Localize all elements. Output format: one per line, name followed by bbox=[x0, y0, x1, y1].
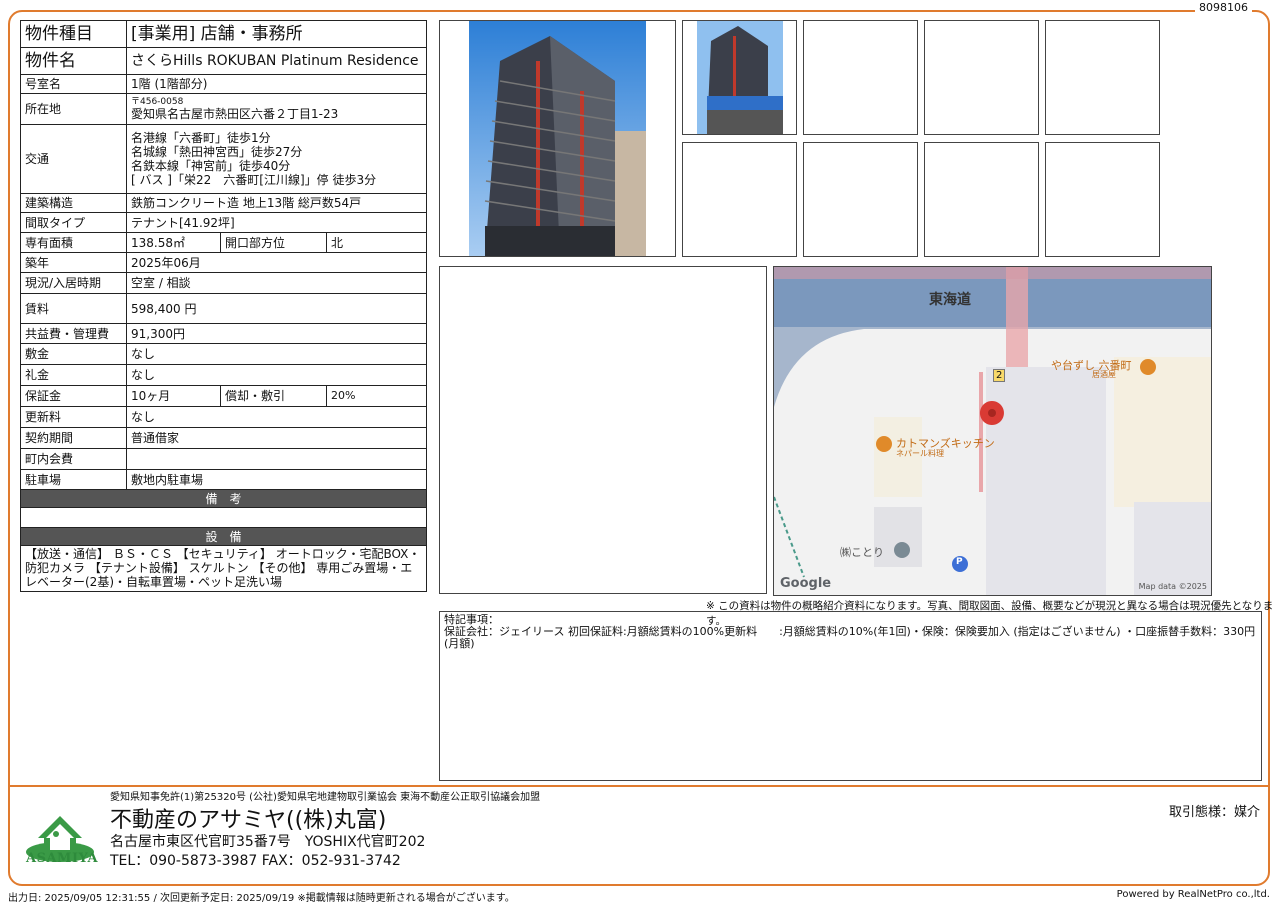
keymoney-value: なし bbox=[125, 364, 428, 386]
postal-code: 〒456-0058 bbox=[131, 97, 184, 107]
rent-value: 598,400 円 bbox=[125, 293, 428, 324]
footer-divider bbox=[8, 785, 1270, 787]
photo-slot bbox=[803, 142, 918, 257]
photo-slot bbox=[1045, 142, 1160, 257]
document-id: 8098106 bbox=[1195, 1, 1252, 14]
license-info: 愛知県知事免許(1)第25320号 (公社)愛知県宅地建物取引業協会 東海不動産… bbox=[110, 792, 541, 803]
room-value: 1階 (1階部分) bbox=[125, 74, 428, 94]
map-parking-icon: P bbox=[956, 557, 963, 567]
contract-value: 普通借家 bbox=[125, 427, 428, 449]
amortization-label: 償却・敷引 bbox=[220, 385, 327, 407]
status-label: 現況/入居時期 bbox=[20, 272, 127, 294]
built-label: 築年 bbox=[20, 252, 127, 273]
layout-label: 間取タイプ bbox=[20, 212, 127, 233]
powered-by: Powered by RealNetPro co.,ltd. bbox=[1116, 889, 1270, 900]
direction-value: 北 bbox=[325, 232, 428, 253]
photo-slot bbox=[803, 20, 918, 135]
transport-line: [ バス ]「栄22 六番町[江川線]」停 徒歩3分 bbox=[131, 173, 377, 187]
community-fee-value bbox=[125, 448, 428, 470]
map-poi-kotori: ㈱ことり bbox=[840, 546, 884, 559]
community-fee-label: 町内会費 bbox=[20, 448, 127, 470]
building-photo-image bbox=[469, 21, 646, 256]
location-map[interactable]: 東海道 2 や台ずし 六番町 居酒屋 カトマンズキッチン ネパール料理 ㈱ことり… bbox=[773, 266, 1212, 596]
trade-type: 取引態様：媒介 bbox=[1168, 805, 1260, 820]
fee-label: 共益費・管理費 bbox=[20, 323, 127, 344]
equipment-section-header: 設 備 bbox=[19, 527, 428, 546]
name-label: 物件名 bbox=[20, 47, 127, 75]
equipment-text: 【放送・通信】 ＢＳ・ＣＳ 【セキュリティ】 オートロック・宅配BOX・防犯カメ… bbox=[19, 545, 428, 592]
remarks-body: 保証会社：ジェイリース 初回保証料:月額総賃料の100%更新料 :月額総賃料の1… bbox=[444, 625, 1256, 650]
name-value: さくらHills ROKUBAN Platinum Residence bbox=[125, 47, 428, 75]
fee-value: 91,300円 bbox=[125, 323, 428, 344]
type-label: 物件種目 bbox=[20, 20, 127, 48]
layout-value: テナント[41.92坪] bbox=[125, 212, 428, 233]
company-address: 名古屋市東区代官町35番7号 YOSHIX代官町202 bbox=[110, 834, 426, 850]
location-label: 所在地 bbox=[20, 93, 127, 125]
parking-value: 敷地内駐車場 bbox=[125, 469, 428, 490]
map-route-shield: 2 bbox=[993, 369, 1006, 382]
photo-slot bbox=[924, 142, 1039, 257]
thumbnail-photo[interactable] bbox=[682, 20, 797, 135]
property-spec-table: 物件種目 [事業用] 店舗・事務所 物件名 さくらHills ROKUBAN Pla… bbox=[19, 20, 428, 592]
status-value: 空室 / 相談 bbox=[125, 272, 428, 294]
deposit-label: 敷金 bbox=[20, 343, 127, 365]
photo-slot bbox=[1045, 20, 1160, 135]
rent-label: 賃料 bbox=[20, 293, 127, 324]
keymoney-label: 礼金 bbox=[20, 364, 127, 386]
built-value: 2025年06月 bbox=[125, 252, 428, 273]
map-credit: Map data ©2025 bbox=[1138, 582, 1207, 591]
room-label: 号室名 bbox=[20, 74, 127, 94]
structure-label: 建築構造 bbox=[20, 193, 127, 213]
company-contact: TEL：090-5873-3987 FAX：052-931-3742 bbox=[110, 853, 401, 869]
structure-value: 鉄筋コンクリート造 地上13階 総戸数54戸 bbox=[125, 193, 428, 213]
direction-label: 開口部方位 bbox=[220, 232, 327, 253]
floor-plan-area bbox=[439, 266, 767, 594]
remarks-section-body bbox=[19, 507, 428, 528]
company-name: 不動産のアサミヤ((株)丸富) bbox=[110, 808, 387, 833]
special-remarks-box: 特記事項： 保証会社：ジェイリース 初回保証料:月額総賃料の100%更新料 :月… bbox=[439, 611, 1262, 781]
renewal-value: なし bbox=[125, 406, 428, 428]
contract-label: 契約期間 bbox=[20, 427, 127, 449]
map-poi-yataizushi-sub: 居酒屋 bbox=[1092, 370, 1116, 379]
transport-line: 名港線「六番町」徒歩1分 bbox=[131, 131, 271, 145]
transport-label: 交通 bbox=[20, 124, 127, 194]
transport-line: 名鉄本線「神宮前」徒歩40分 bbox=[131, 159, 291, 173]
guarantee-value: 10ヶ月 bbox=[126, 385, 221, 407]
area-label: 専有面積 bbox=[20, 232, 127, 253]
area-value: 138.58㎡ bbox=[126, 232, 221, 253]
google-logo: Google bbox=[780, 576, 832, 591]
type-value: [事業用] 店舗・事務所 bbox=[125, 20, 428, 48]
building-photo[interactable] bbox=[439, 20, 676, 257]
remarks-section-header: 備 考 bbox=[19, 489, 428, 508]
amortization-value: 20% bbox=[325, 385, 428, 407]
thumbnail-photo-image bbox=[697, 21, 783, 134]
map-poi-kathmandu-sub: ネパール料理 bbox=[896, 449, 944, 458]
map-road-label: 東海道 bbox=[929, 292, 971, 308]
guarantee-label: 保証金 bbox=[20, 385, 127, 407]
photo-slot bbox=[924, 20, 1039, 135]
renewal-label: 更新料 bbox=[20, 406, 127, 428]
deposit-value: なし bbox=[125, 343, 428, 365]
photo-slot bbox=[682, 142, 797, 257]
logo-text: ASAMIYA bbox=[26, 851, 99, 866]
parking-label: 駐車場 bbox=[20, 469, 127, 490]
output-date-footer: 出力日: 2025/09/05 12:31:55 / 次回更新予定日: 2025… bbox=[8, 893, 515, 904]
transport-line: 名城線「熱田神宮西」徒歩27分 bbox=[131, 145, 303, 159]
location-value: 愛知県名古屋市熱田区六番２丁目1-23 bbox=[131, 107, 339, 121]
